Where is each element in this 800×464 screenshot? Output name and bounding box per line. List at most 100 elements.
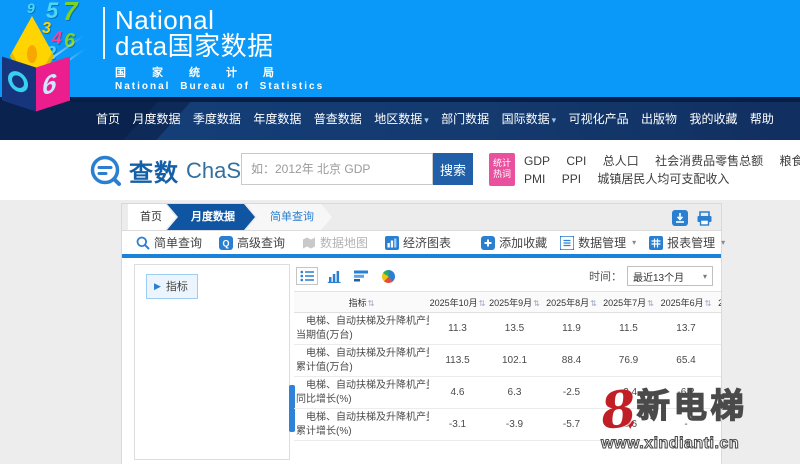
decor-digit: 9 — [27, 0, 35, 16]
nav-item-annual[interactable]: 年度数据 — [253, 110, 301, 127]
triangle-right-icon: ▶ — [154, 281, 161, 292]
table-area: 时间： 最近13个月 ▾ 指标⇅ 2025年10月⇅ — [294, 258, 721, 464]
cell-value: 102.1 — [486, 345, 543, 377]
search-input[interactable] — [241, 153, 433, 185]
cell-value: -2.5 — [543, 377, 600, 409]
nav-item-help[interactable]: 帮助 — [750, 110, 774, 127]
chevron-down-icon: ▾ — [424, 115, 429, 125]
table-row: 电梯、自动扶梯及升降机产量同比增长(%) 4.6 6.3 -2.5 -3.4 -… — [294, 377, 721, 409]
search-band: 查数ChaShu 搜索 统计 热词 GDP CPI 总人口 社会消费品零售总额 … — [0, 140, 800, 200]
cell-value: -3.9 — [486, 409, 543, 441]
main-nav: 首页 月度数据 季度数据 年度数据 普查数据 地区数据▾ 部门数据 国际数据▾ … — [0, 97, 800, 140]
hot-word-link[interactable]: 总人口 — [603, 154, 639, 168]
nav-item-international[interactable]: 国际数据▾ — [502, 110, 557, 127]
cell-value: 76.9 — [600, 345, 657, 377]
nav-item-regional[interactable]: 地区数据▾ — [374, 110, 429, 127]
chart-icon — [385, 236, 399, 250]
indicator-sidebar: ▶ 指标 — [134, 264, 290, 460]
simple-query-button[interactable]: 简单查询 — [136, 234, 202, 251]
hbar-chart-view-icon[interactable] — [350, 267, 372, 285]
print-icon[interactable] — [696, 209, 713, 226]
nav-item-quarterly[interactable]: 季度数据 — [193, 110, 241, 127]
nav-item-census[interactable]: 普查数据 — [314, 110, 362, 127]
nav-item-publications[interactable]: 出版物 — [641, 110, 677, 127]
view-controls: 时间： 最近13个月 ▾ — [294, 258, 721, 286]
hot-words-badge: 统计 热词 — [489, 153, 515, 186]
column-header-month[interactable]: 2025年7月⇅ — [600, 292, 657, 313]
chevron-down-icon: ▾ — [703, 272, 707, 281]
hot-word-link[interactable]: 粮食产量 — [779, 154, 800, 168]
hot-word-link[interactable]: PPI — [562, 172, 581, 186]
table-view-icon[interactable] — [296, 267, 318, 285]
advanced-query-button[interactable]: Q 高级查询 — [219, 234, 285, 251]
cell-value: 4.6 — [429, 377, 486, 409]
sort-icon: ⇅ — [368, 299, 375, 308]
brand-subtitle-cn: 国家统计局 — [103, 64, 324, 80]
chevron-down-icon: ▾ — [721, 238, 725, 247]
data-map-button[interactable]: 数据地图 — [302, 234, 368, 251]
hot-words: GDP CPI 总人口 社会消费品零售总额 粮食产量 PMI PPI 城镇居民人… — [524, 152, 800, 188]
bar-chart-view-icon[interactable] — [323, 267, 345, 285]
row-label: 电梯、自动扶梯及升降机产量当期值(万台) — [294, 313, 429, 345]
decor-digit: 3 — [42, 20, 51, 38]
cell-value: 88.4 — [543, 345, 600, 377]
map-icon — [302, 236, 316, 250]
row-label: 电梯、自动扶梯及升降机产量同比增长(%) — [294, 377, 429, 409]
data-manage-button[interactable]: 数据管理 ▾ — [560, 234, 636, 251]
plus-icon — [481, 236, 495, 250]
nav-item-monthly[interactable]: 月度数据 — [132, 110, 180, 127]
add-favorite-button[interactable]: 添加收藏 — [481, 234, 547, 251]
query-card: 首页 月度数据 简单查询 简单查询 — [121, 203, 722, 464]
report-manage-button[interactable]: 报表管理 ▾ — [649, 234, 725, 251]
hot-word-link[interactable]: 社会消费品零售总额 — [655, 154, 763, 168]
indicator-toggle-button[interactable]: ▶ 指标 — [146, 274, 198, 299]
tab-simple-query[interactable]: 简单查询 — [246, 204, 332, 230]
decor-digit: 1 — [29, 26, 38, 46]
search-button[interactable]: 搜索 — [433, 153, 473, 185]
hot-word-link[interactable]: CPI — [566, 154, 586, 168]
brand-title: National data国家数据 — [103, 7, 324, 59]
nav-item-department[interactable]: 部门数据 — [441, 110, 489, 127]
row-label: 电梯、自动扶梯及升降机产量累计值(万台) — [294, 345, 429, 377]
decor-digit: 6 — [64, 30, 75, 53]
hot-word-link[interactable]: PMI — [524, 172, 545, 186]
sort-icon: ⇅ — [590, 299, 597, 308]
column-header-indicator[interactable]: 指标⇅ — [294, 292, 429, 313]
pie-chart-view-icon[interactable] — [377, 267, 399, 285]
econ-charts-button[interactable]: 经济图表 — [385, 234, 451, 251]
chashu-brand: 查数ChaShu — [90, 153, 266, 188]
table-row: 电梯、自动扶梯及升降机产量累计值(万台) 113.5 102.1 88.4 76… — [294, 345, 721, 377]
tab-monthly-data[interactable]: 月度数据 — [167, 204, 255, 230]
advanced-query-icon: Q — [219, 236, 233, 250]
list-icon — [560, 236, 574, 250]
brand: National data国家数据 国家统计局 National Bureau … — [103, 7, 324, 92]
cell-value: - — [657, 409, 715, 441]
row-label: 电梯、自动扶梯及升降机产量累计增长(%) — [294, 409, 429, 441]
chevron-down-icon: ▾ — [552, 115, 557, 125]
cell-value: 11.5 — [600, 313, 657, 345]
nav-item-favorites[interactable]: 我的收藏 — [689, 110, 737, 127]
query-content: ▶ 指标 — [122, 258, 721, 464]
chashu-title-cn: 查数 — [129, 153, 179, 188]
hot-word-link[interactable]: 城镇居民人均可支配收入 — [597, 172, 729, 186]
content-background: 首页 月度数据 简单查询 简单查询 — [0, 200, 800, 464]
nav-item-visualization[interactable]: 可视化产品 — [569, 110, 629, 127]
column-header-month[interactable]: 2025年5月⇅ — [715, 292, 721, 313]
cell-value: 6.3 — [486, 377, 543, 409]
column-header-month[interactable]: 2025年10月⇅ — [429, 292, 486, 313]
column-header-month[interactable]: 2025年8月⇅ — [543, 292, 600, 313]
data-table: 指标⇅ 2025年10月⇅ 2025年9月⇅ 2025年8月⇅ 2025年7月⇅… — [294, 291, 721, 441]
column-header-month[interactable]: 2025年9月⇅ — [486, 292, 543, 313]
hot-word-link[interactable]: GDP — [524, 154, 550, 168]
decor-digit: 7 — [63, 0, 77, 27]
nav-topline — [0, 97, 800, 102]
time-range-select[interactable]: 最近13个月 ▾ — [627, 266, 713, 286]
sort-icon: ⇅ — [479, 299, 486, 308]
download-icon[interactable] — [671, 209, 688, 226]
nav-item-home[interactable]: 首页 — [96, 110, 120, 127]
tab-home[interactable]: 首页 — [128, 204, 176, 230]
cell-value: -6.2 — [657, 377, 715, 409]
column-header-month[interactable]: 2025年6月⇅ — [657, 292, 715, 313]
decor-digit: 2 — [46, 43, 56, 64]
cell-value: 65.4 — [657, 345, 715, 377]
